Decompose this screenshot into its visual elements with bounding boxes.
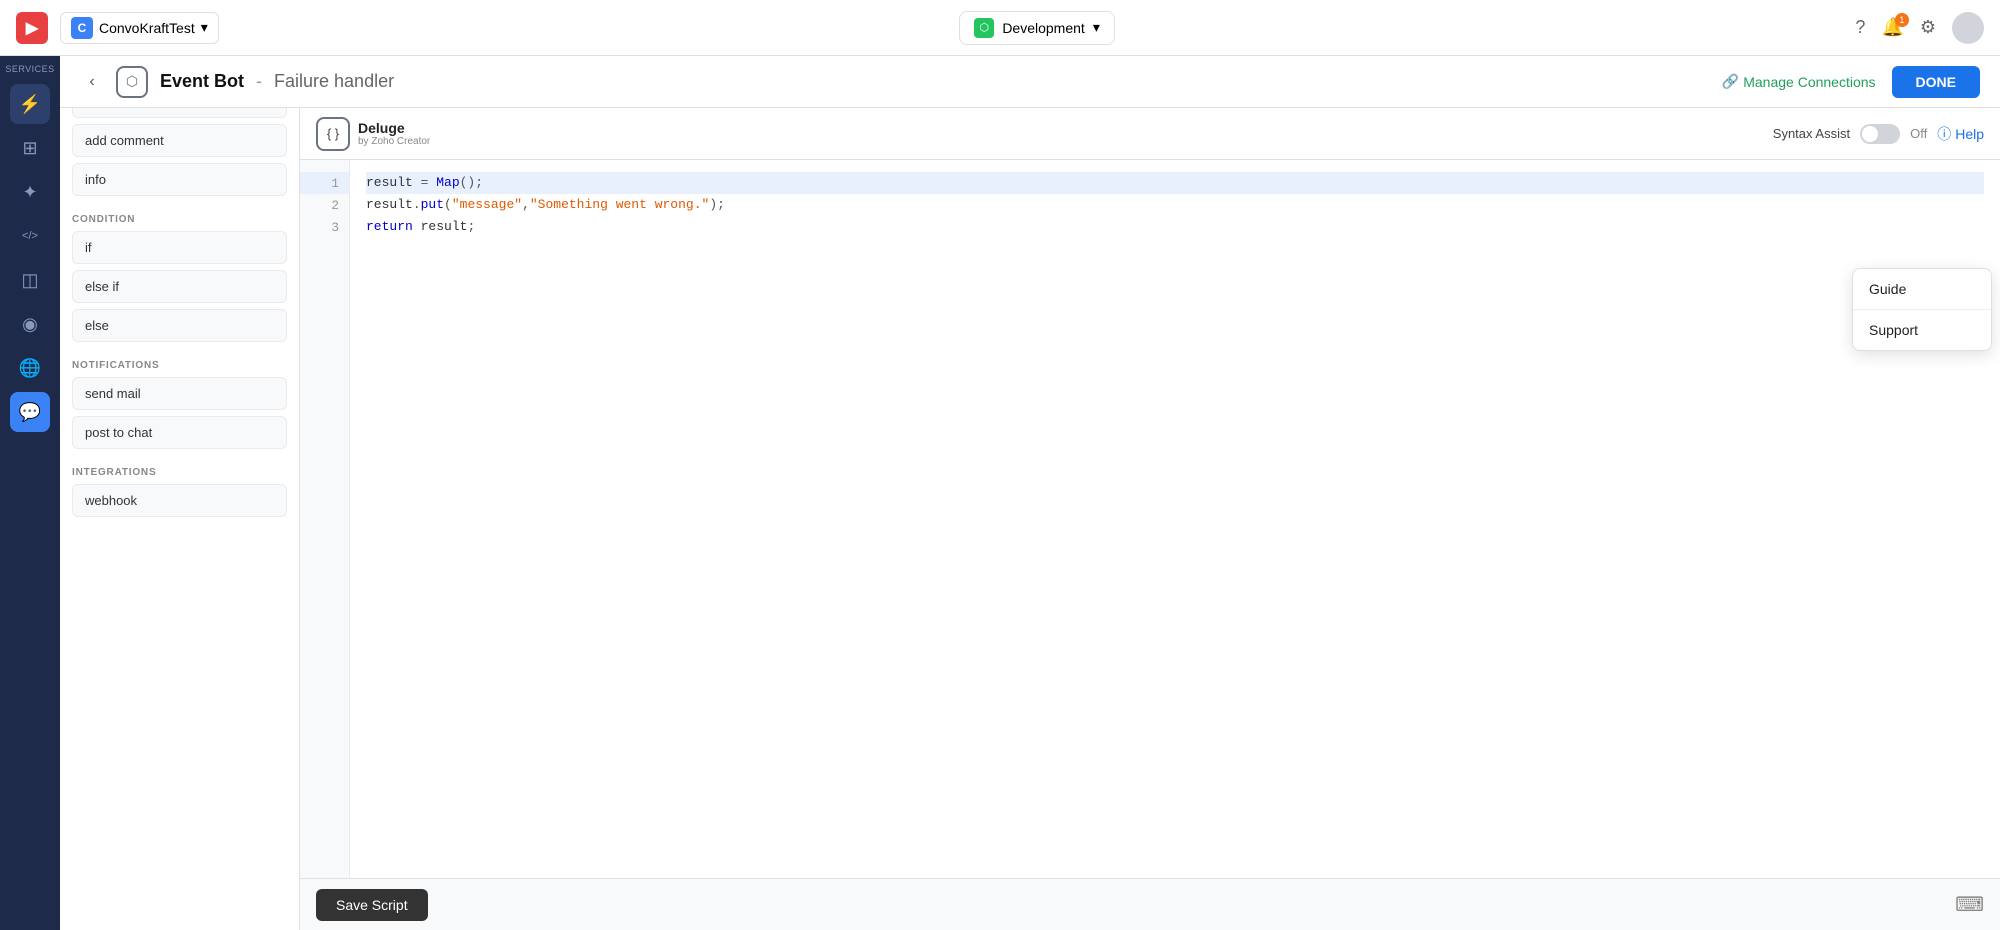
page-header: ‹ ⬡ Event Bot - Failure handler 🔗 Manage…	[60, 56, 2000, 108]
block-else-if[interactable]: else if	[72, 270, 287, 303]
env-icon: ⬡	[974, 18, 994, 38]
code-line-2: result.put("message","Something went wro…	[366, 194, 1984, 216]
deluge-icon: { }	[316, 117, 350, 151]
sidebar-icon-puzzle[interactable]: ✦	[10, 172, 50, 212]
line-num-1: 1	[300, 172, 349, 194]
bot-icon: ⬡	[116, 66, 148, 98]
line-num-3: 3	[300, 216, 349, 238]
block-post-to-chat[interactable]: post to chat	[72, 416, 287, 449]
code-editor: 1 2 3 result = Map(); result.put("messag…	[300, 160, 2000, 878]
sidebar-icon-person[interactable]: ◉	[10, 304, 50, 344]
section-condition: CONDITION	[72, 214, 287, 225]
code-line-3: return result;	[366, 216, 1984, 238]
block-if[interactable]: if	[72, 231, 287, 264]
user-avatar[interactable]	[1952, 12, 1984, 44]
done-button[interactable]: DONE	[1892, 66, 1980, 98]
deluge-info: Deluge by Zoho Creator	[358, 120, 430, 147]
project-selector[interactable]: C ConvoKraftTest ▾	[60, 12, 219, 44]
code-content[interactable]: result = Map(); result.put("message","So…	[350, 160, 2000, 878]
help-guide-item[interactable]: Guide	[1853, 269, 1991, 309]
header-right: 🔗 Manage Connections DONE	[1722, 66, 1980, 98]
topbar: ▶ C ConvoKraftTest ▾ ⬡ Development ▾ ? 🔔…	[0, 0, 2000, 56]
title-separator: -	[256, 71, 262, 92]
sidebar-icon-chat[interactable]: 💬	[10, 392, 50, 432]
keyboard-icon[interactable]: ⌨	[1955, 892, 1984, 917]
env-selector[interactable]: ⬡ Development ▾	[959, 11, 1115, 45]
syntax-toggle[interactable]	[1860, 124, 1900, 144]
help-circle-icon: ⓘ	[1937, 124, 1951, 144]
editor-topbar-right: Syntax Assist Off ⓘ Help	[1773, 124, 1984, 144]
block-webhook[interactable]: webhook	[72, 484, 287, 517]
blocks-panel: BASIC set variable add comment info COND…	[60, 56, 300, 930]
deluge-title: Deluge	[358, 120, 430, 136]
topbar-right: ? 🔔 1 ⚙	[1855, 12, 1984, 44]
block-info[interactable]: info	[72, 163, 287, 196]
page-title: Event Bot	[160, 71, 244, 92]
env-dropdown-icon: ▾	[1093, 19, 1100, 36]
sidebar-label: Services	[5, 64, 54, 74]
env-label: Development	[1002, 20, 1085, 36]
notifications-icon[interactable]: 🔔 1	[1881, 17, 1903, 38]
manage-connections-link[interactable]: 🔗 Manage Connections	[1722, 73, 1876, 90]
help-dropdown: Guide Support	[1852, 268, 1992, 351]
sidebar-icon-globe[interactable]: 🌐	[10, 348, 50, 388]
link-icon: 🔗	[1722, 73, 1739, 90]
code-line-1: result = Map();	[366, 172, 1984, 194]
deluge-sub: by Zoho Creator	[358, 136, 430, 147]
editor-container: { } Deluge by Zoho Creator Syntax Assist…	[300, 108, 2000, 930]
toggle-off-label: Off	[1910, 126, 1927, 141]
project-dropdown-icon: ▾	[201, 19, 208, 36]
syntax-assist-label: Syntax Assist	[1773, 126, 1850, 141]
line-numbers: 1 2 3	[300, 160, 350, 878]
sidebar-icon-chart[interactable]: ◫	[10, 260, 50, 300]
help-support-item[interactable]: Support	[1853, 310, 1991, 350]
line-num-2: 2	[300, 194, 349, 216]
sidebar-icon-code[interactable]: </>	[10, 216, 50, 256]
sidebar-icon-grid[interactable]: ⊞	[10, 128, 50, 168]
editor-footer: Save Script ⌨	[300, 878, 2000, 930]
section-integrations: INTEGRATIONS	[72, 467, 287, 478]
sidebar: Services ⚡ ⊞ ✦ </> ◫ ◉ 🌐 💬	[0, 56, 60, 930]
settings-icon[interactable]: ⚙	[1920, 17, 1936, 38]
page-subtitle: Failure handler	[274, 71, 394, 92]
project-initial: C	[71, 17, 93, 39]
block-send-mail[interactable]: send mail	[72, 377, 287, 410]
notification-badge: 1	[1895, 13, 1909, 27]
topbar-center: ⬡ Development ▾	[231, 11, 1844, 45]
editor-topbar: { } Deluge by Zoho Creator Syntax Assist…	[300, 108, 2000, 160]
sidebar-icon-bolt[interactable]: ⚡	[10, 84, 50, 124]
app-logo: ▶	[16, 12, 48, 44]
help-button[interactable]: ⓘ Help	[1937, 124, 1984, 144]
save-script-button[interactable]: Save Script	[316, 889, 428, 921]
back-button[interactable]: ‹	[80, 70, 104, 94]
project-name: ConvoKraftTest	[99, 20, 195, 36]
help-icon[interactable]: ?	[1855, 17, 1865, 38]
block-else[interactable]: else	[72, 309, 287, 342]
block-add-comment[interactable]: add comment	[72, 124, 287, 157]
section-notifications: NOTIFICATIONS	[72, 360, 287, 371]
